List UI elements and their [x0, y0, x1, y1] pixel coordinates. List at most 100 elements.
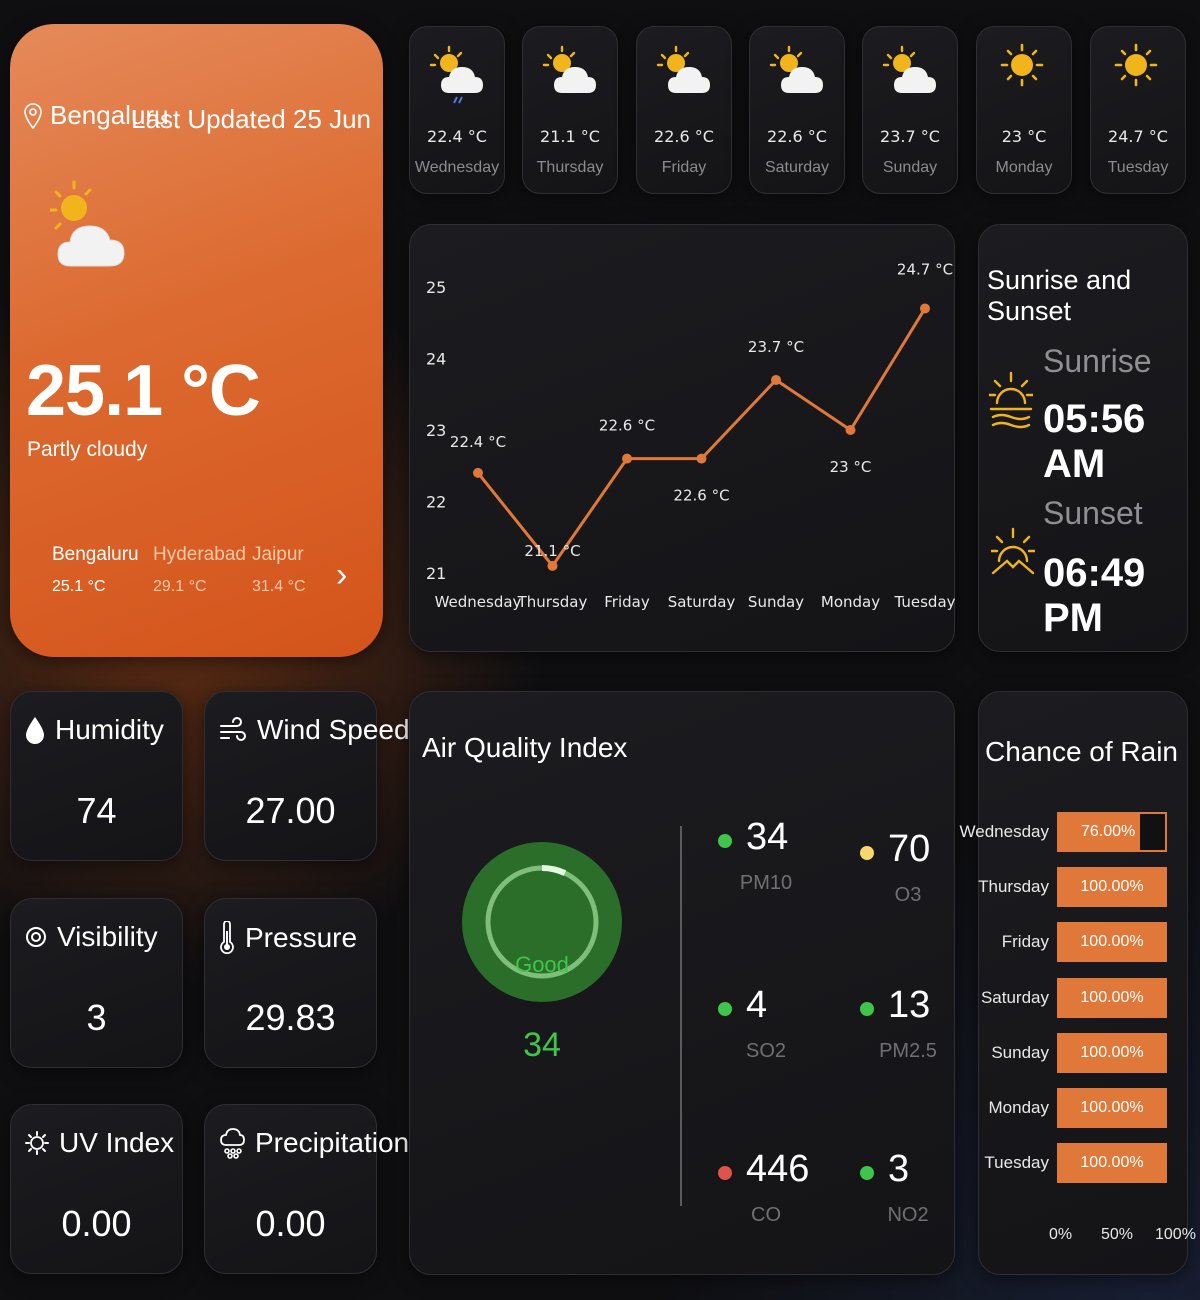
temperature-data-point[interactable]	[547, 560, 558, 571]
temperature-data-point[interactable]	[622, 453, 632, 464]
temperature-data-label: 24.7 °C	[897, 260, 953, 278]
city-jaipur[interactable]: Jaipur 31.4 °C	[252, 544, 306, 596]
forecast-day-card[interactable]: 21.1 °C Thursday	[522, 26, 618, 194]
uv-index-label: UV Index	[59, 1127, 175, 1158]
uv-index-card: UV Index 0.00	[10, 1104, 183, 1274]
rain-row: Wednesday 76.00%	[960, 812, 1189, 852]
forecast-day: Wednesday	[414, 159, 500, 176]
temperature-data-label: 22.6 °C	[599, 417, 655, 435]
sunset-icon	[991, 527, 1035, 575]
forecast-day-card[interactable]: 22.4 °C Wednesday	[409, 26, 505, 194]
y-tick-label: 21	[426, 564, 446, 583]
pollutant-status-dot	[718, 1002, 732, 1016]
pressure-card: Pressure 29.83	[204, 898, 377, 1068]
partly-cloudy-icon	[523, 41, 617, 103]
rain-day-label: Sunday	[991, 1042, 1049, 1062]
temperature-series-line	[476, 307, 927, 569]
rain-bar[interactable]: 100.00%	[1057, 1088, 1167, 1128]
forecast-day-card[interactable]: 24.7 °C Tuesday	[1090, 26, 1186, 194]
rain-row: Tuesday 100.00%	[979, 1143, 1189, 1184]
temperature-data-label: 23.7 °C	[748, 338, 804, 356]
sunny-icon	[1091, 41, 1185, 103]
forecast-temp: 22.6 °C	[654, 127, 714, 146]
city-temp: 29.1 °C	[153, 578, 207, 595]
rain-day-label: Friday	[1001, 932, 1049, 952]
rain-bar-percent: 100.00%	[1080, 1043, 1144, 1061]
chance-of-rain-card: Chance of Rain Wednesday 76.00% Thursday 10…	[960, 691, 1196, 1275]
pollutant-value: 4	[746, 984, 768, 1026]
air-quality-card: Air Quality Index Good 34 34 PM10 70 O3 …	[409, 691, 955, 1275]
next-cities-chevron-icon[interactable]: ›	[336, 556, 347, 595]
city-temp: 31.4 °C	[252, 578, 306, 595]
rain-bar[interactable]: 100.00%	[1057, 867, 1167, 908]
rain-bar-percent: 100.00%	[1080, 1154, 1144, 1172]
rain-bar[interactable]: 100.00%	[1057, 977, 1167, 1018]
forecast-day: Monday	[995, 159, 1053, 176]
y-tick-label: 23	[426, 421, 446, 440]
y-tick-label: 24	[426, 350, 446, 369]
city-temp: 25.1 °C	[52, 578, 106, 595]
y-tick-label: 22	[426, 493, 446, 512]
rain-row: Friday 100.00%	[979, 922, 1189, 963]
rain-bar[interactable]: 76.00%	[1057, 812, 1167, 852]
temperature-data-point[interactable]	[473, 467, 483, 478]
forecast-day-card[interactable]: 22.6 °C Saturday	[749, 26, 845, 194]
humidity-value: 74	[76, 790, 117, 831]
pollutant-value: 70	[888, 828, 931, 870]
pollutant-value: 34	[746, 816, 789, 858]
pressure-label: Pressure	[245, 922, 358, 953]
pollutant-value: 446	[746, 1148, 810, 1190]
forecast-day-card[interactable]: 23.7 °C Sunday	[862, 26, 958, 194]
rain-day-label: Tuesday	[984, 1153, 1049, 1173]
pollutant-status-dot	[860, 846, 874, 860]
temperature-line-chart: 25 24 23 22 21 22.4 °C Wednesday 21.1 °C Thursda…	[426, 260, 956, 611]
rain-row: Thursday 100.00%	[978, 867, 1189, 908]
temperature-data-point[interactable]	[845, 425, 856, 435]
last-updated: Last Updated 25 Jun	[131, 104, 371, 134]
temperature-data-label: 21.1 °C	[524, 542, 580, 560]
visibility-value: 3	[86, 997, 107, 1038]
temperature-chart-card: 25 24 23 22 21 22.4 °C Wednesday 21.1 °C Thursda…	[409, 224, 956, 652]
forecast-day: Tuesday	[1107, 159, 1169, 176]
forecast-temp: 22.6 °C	[767, 127, 827, 146]
temperature-data-point[interactable]	[771, 374, 781, 385]
sun-card-title: Sunrise and Sunset	[987, 265, 1132, 326]
temperature-data-label: 23 °C	[830, 458, 872, 476]
city-hyderabad[interactable]: Hyderabad 29.1 °C	[153, 544, 246, 596]
temperature-data-point[interactable]	[696, 453, 707, 464]
wind-speed-value: 27.00	[245, 790, 336, 831]
y-tick-label: 25	[426, 278, 446, 297]
pollutant-name: SO2	[745, 1040, 787, 1062]
pollutant-name: CO	[751, 1204, 781, 1226]
rain-bar[interactable]: 100.00%	[1057, 1143, 1167, 1184]
sunrise-time: 05:56 AM	[1043, 397, 1146, 486]
temperature-data-point[interactable]	[920, 303, 930, 314]
forecast-day: Saturday	[764, 159, 830, 176]
forecast-temp: 22.4 °C	[427, 127, 487, 146]
rain-day-label: Saturday	[980, 987, 1049, 1007]
rain-row: Saturday 100.00%	[979, 977, 1189, 1018]
rain-day-label: Wednesday	[959, 822, 1049, 841]
x-category-label: Wednesday	[435, 593, 522, 611]
city-bengaluru[interactable]: Bengaluru 25.1 °C	[52, 544, 139, 596]
rain-row: Monday 100.00%	[979, 1088, 1189, 1128]
forecast-day-card[interactable]: 22.6 °C Friday	[636, 26, 732, 194]
rain-row: Sunday 100.00%	[979, 1032, 1189, 1073]
precipitation-card: Precipitation 0.00	[204, 1104, 409, 1274]
rain-bar[interactable]: 100.00%	[1057, 1032, 1167, 1073]
temperature-data-label: 22.4 °C	[450, 433, 506, 451]
sunrise-label: Sunrise	[1043, 343, 1152, 379]
x-category-label: Saturday	[668, 593, 736, 611]
current-weather-card: Bengaluru Last Updated 25 Jun 25.1 °C Pa…	[10, 24, 383, 657]
pollutant-status-dot	[860, 1002, 874, 1016]
precipitation-label: Precipitation	[255, 1127, 410, 1158]
forecast-temp: 23 °C	[1001, 127, 1047, 146]
rain-bar[interactable]: 100.00%	[1057, 922, 1167, 963]
rain-day-label: Thursday	[978, 877, 1049, 897]
forecast-day: Sunday	[882, 159, 938, 176]
aqi-status: Good	[515, 952, 569, 977]
forecast-day: Friday	[661, 159, 707, 176]
forecast-day-card[interactable]: 23 °C Monday	[976, 26, 1072, 194]
wind-speed-label: Wind Speed	[257, 714, 410, 745]
wind-speed-card: Wind Speed 27.00	[204, 691, 410, 861]
